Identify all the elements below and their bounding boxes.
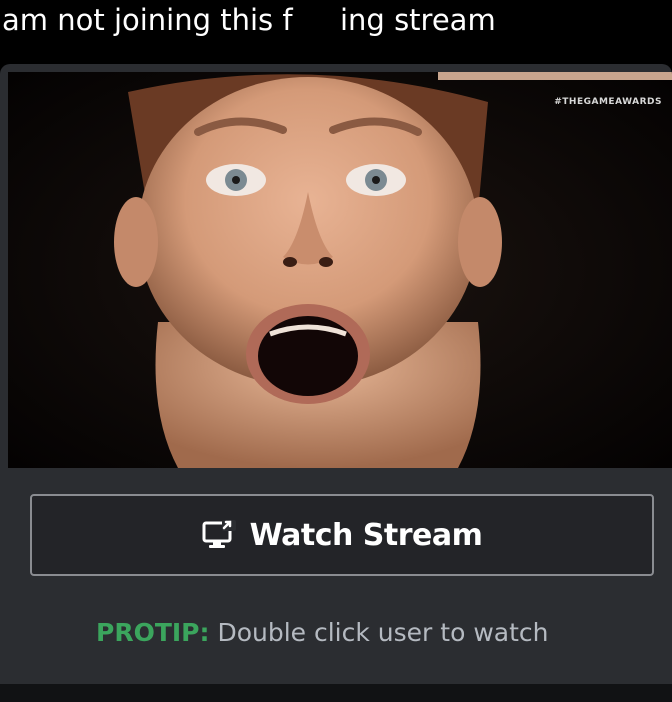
meme-caption: am not joining this f ing stream — [0, 0, 672, 64]
watch-stream-label: Watch Stream — [249, 517, 483, 553]
stream-preview[interactable]: #THEGAMEAWARDS — [8, 72, 672, 468]
bottom-strip — [0, 684, 672, 702]
protip-text: Double click user to watch — [209, 618, 549, 647]
protip-hint: PROTIP: Double click user to watch — [96, 618, 548, 647]
watch-stream-button[interactable]: Watch Stream — [30, 494, 654, 576]
stream-card: #THEGAMEAWARDS Watch Stream PROTIP: Doub… — [0, 64, 672, 684]
protip-label: PROTIP: — [96, 618, 210, 647]
watermark-text: #THEGAMEAWARDS — [554, 97, 662, 107]
stream-controls: Watch Stream PROTIP: Double click user t… — [0, 468, 672, 684]
streamer-face-image — [8, 72, 672, 468]
caption-text-left: am not joining this f — [2, 3, 293, 37]
caption-text-right: ing stream — [340, 3, 496, 37]
screen-share-icon — [202, 520, 236, 550]
